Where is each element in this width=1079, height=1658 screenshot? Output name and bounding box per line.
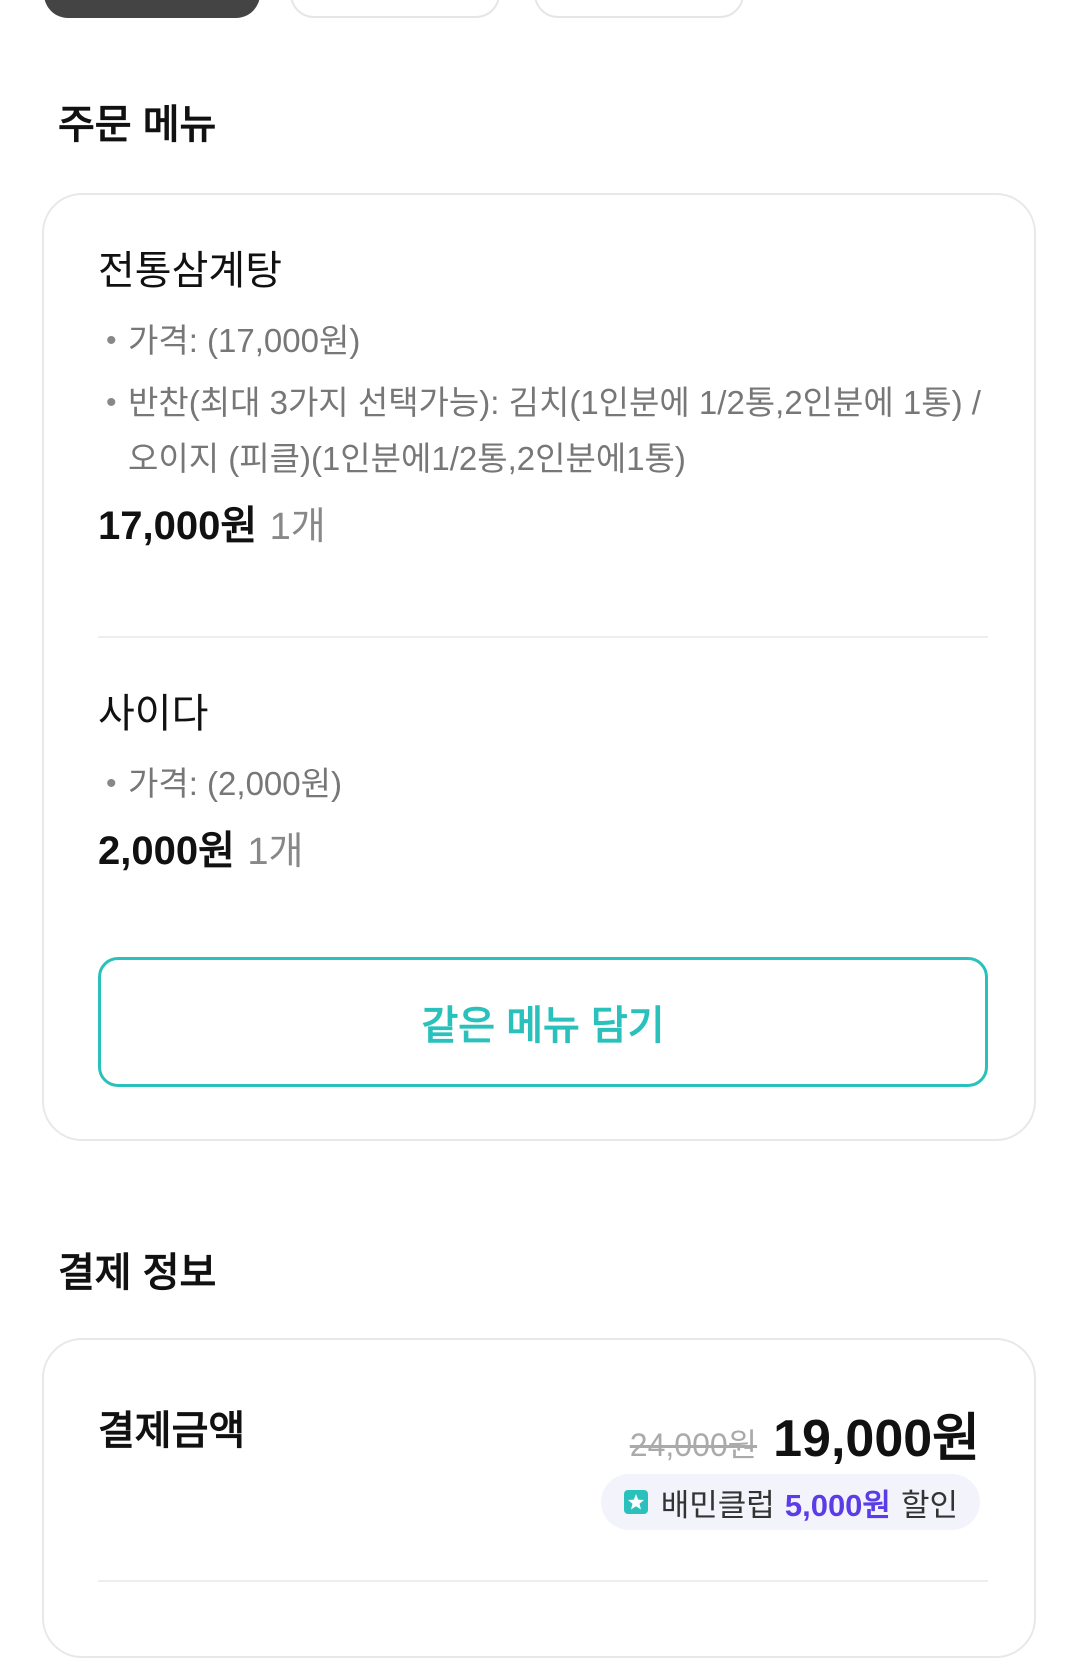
menu-item: 사이다 • 가격: (2,000원) 2,000원 1개	[98, 690, 988, 885]
club-discount-amount: 5,000원	[784, 1487, 891, 1523]
menu-item-details: • 가격: (2,000원)	[98, 756, 988, 812]
menu-item-name: 전통삼계탕	[98, 249, 282, 293]
menu-item-detail: • 가격: (2,000원)	[98, 756, 988, 812]
club-discount-badge: 배민클럽 5,000원 할인	[600, 1474, 980, 1530]
club-discount-prefix: 배민클럽	[660, 1487, 775, 1523]
add-same-menu-button[interactable]: 같은 메뉴 담기	[98, 957, 988, 1087]
menu-item-details: • 가격: (17,000원) • 반찬(최대 3가지 선택가능): 김치(1인…	[98, 313, 988, 487]
menu-item-quantity: 1개	[269, 506, 326, 548]
menu-item-price-row: 17,000원 1개	[98, 501, 988, 560]
menu-item-detail: • 가격: (17,000원)	[98, 313, 988, 369]
final-price: 19,000원	[773, 1410, 980, 1468]
menu-item-price-row: 2,000원 1개	[98, 826, 988, 885]
menu-item-price: 17,000원	[98, 504, 258, 548]
item-divider	[98, 636, 988, 638]
baemin-club-icon	[623, 1490, 648, 1514]
menu-item: 전통삼계탕 • 가격: (17,000원) • 반찬(최대 3가지 선택가능):…	[98, 247, 988, 560]
menu-item-detail: • 반찬(최대 3가지 선택가능): 김치(1인분에 1/2통,2인분에 1통)…	[98, 375, 988, 487]
detail-text: 가격: (2,000원)	[128, 765, 342, 802]
order-menu-card: 전통삼계탕 • 가격: (17,000원) • 반찬(최대 3가지 선택가능):…	[42, 193, 1036, 1141]
tab-active[interactable]	[44, 0, 260, 18]
bullet-icon: •	[106, 324, 117, 357]
bullet-icon: •	[106, 767, 117, 800]
bullet-icon: •	[106, 386, 117, 419]
tab-third[interactable]	[534, 0, 744, 18]
order-menu-title: 주문 메뉴	[58, 103, 217, 147]
original-price: 24,000원	[629, 1427, 758, 1463]
payment-info-title: 결제 정보	[58, 1251, 217, 1295]
detail-text: 반찬(최대 3가지 선택가능): 김치(1인분에 1/2통,2인분에 1통) /…	[128, 384, 981, 477]
payment-amounts: 24,000원 19,000원	[630, 1396, 980, 1471]
payment-divider	[98, 1580, 988, 1582]
menu-item-name: 사이다	[98, 692, 209, 736]
payment-info-card: 결제금액 24,000원 19,000원 배민클럽 5,000원 할인	[42, 1338, 1036, 1658]
detail-text: 가격: (17,000원)	[128, 322, 361, 359]
payment-amount-label: 결제금액	[98, 1409, 246, 1453]
club-discount-suffix: 할인	[900, 1487, 958, 1523]
menu-item-quantity: 1개	[247, 831, 304, 873]
menu-item-price: 2,000원	[98, 829, 235, 873]
top-tab-bar	[0, 0, 1079, 20]
tab-second[interactable]	[290, 0, 500, 18]
